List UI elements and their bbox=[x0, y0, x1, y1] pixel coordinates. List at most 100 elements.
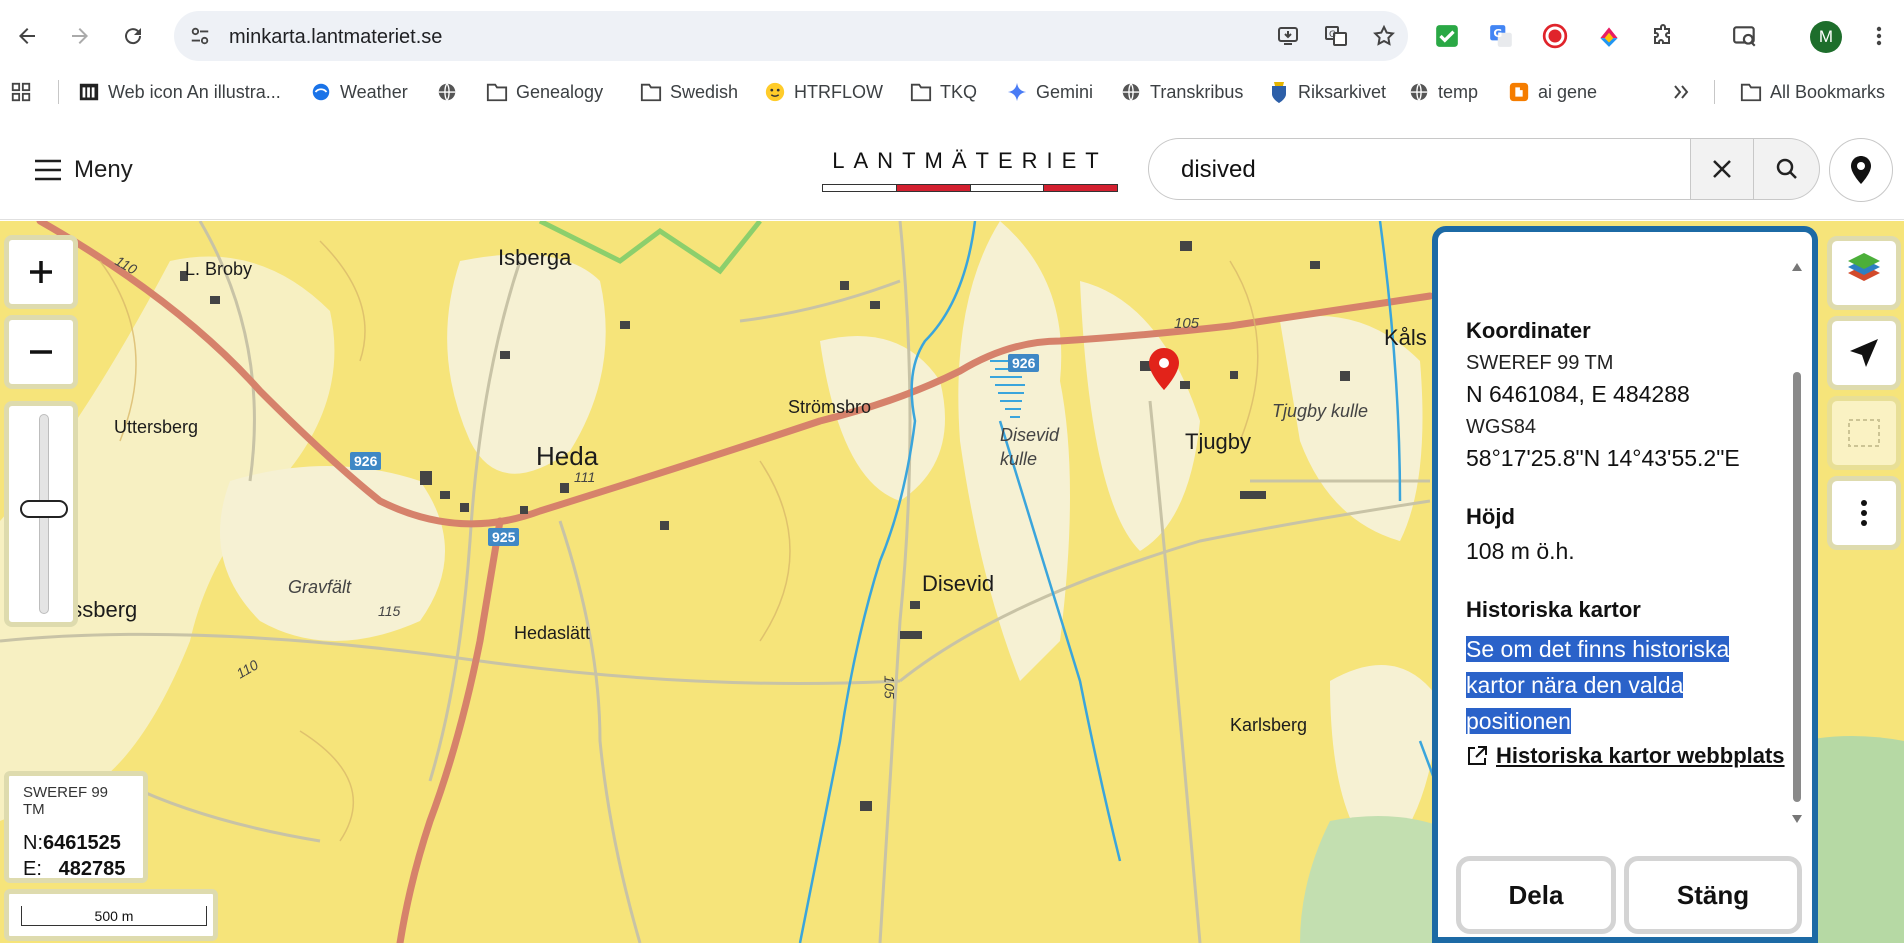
sweref-value: N 6461084, E 484288 bbox=[1466, 381, 1690, 407]
globe-icon bbox=[1408, 81, 1430, 103]
place-label: Tjugby bbox=[1185, 429, 1252, 454]
lantmateriet-logo[interactable]: LANTMÄTERIET bbox=[822, 148, 1118, 202]
sweref-label: SWEREF 99 TM bbox=[1466, 352, 1614, 374]
select-area-button[interactable] bbox=[1827, 396, 1901, 470]
bookmark-page-icon bbox=[78, 81, 100, 103]
coordinates-heading: Koordinater bbox=[1466, 318, 1591, 343]
contour-label: 105 bbox=[1174, 315, 1200, 332]
back-button[interactable] bbox=[8, 17, 46, 55]
historical-maps-link[interactable]: Historiska kartor webbplats bbox=[1466, 743, 1786, 769]
browser-menu-icon[interactable] bbox=[1862, 19, 1896, 53]
place-label: Uttersberg bbox=[114, 417, 199, 437]
bookmark-weather[interactable]: Weather bbox=[310, 78, 408, 106]
minus-icon bbox=[30, 350, 52, 354]
contour-label: 115 bbox=[378, 603, 401, 619]
external-link-icon bbox=[1468, 746, 1487, 765]
zoom-slider[interactable] bbox=[4, 401, 78, 627]
scrollbar-thumb[interactable] bbox=[1793, 372, 1801, 802]
bookmark-riksarkivet[interactable]: Riksarkivet bbox=[1268, 78, 1386, 106]
coordinate-system-label: SWEREF 99 TM bbox=[23, 784, 109, 818]
place-label: Isberga bbox=[498, 245, 572, 270]
zoom-in-button[interactable] bbox=[4, 235, 78, 309]
panel-content: Koordinater SWEREF 99 TM N 6461084, E 48… bbox=[1466, 318, 1786, 769]
clear-search-button[interactable] bbox=[1690, 138, 1754, 200]
location-pin-icon bbox=[1851, 156, 1871, 184]
color-picker-extension-icon[interactable] bbox=[1592, 19, 1626, 53]
road-number-badge: 926 bbox=[350, 452, 382, 470]
svg-text:G: G bbox=[1493, 27, 1502, 40]
bookmark-transkribus[interactable]: Transkribus bbox=[1120, 78, 1243, 106]
bookmark-separator bbox=[1714, 80, 1715, 104]
bookmarks-bar: Web icon An illustra... Weather Genealog… bbox=[0, 74, 1904, 110]
bookmark-web-icon[interactable]: Web icon An illustra... bbox=[78, 78, 281, 106]
place-label: Gravfält bbox=[288, 577, 352, 597]
elevation-heading: Höjd bbox=[1466, 504, 1515, 529]
translate-icon[interactable]: G bbox=[1322, 22, 1350, 50]
north-coordinate: N:6461525 bbox=[23, 832, 121, 854]
folder-icon bbox=[1740, 81, 1762, 103]
place-label: Heda bbox=[536, 441, 599, 471]
profile-avatar[interactable]: M bbox=[1810, 21, 1842, 53]
close-icon bbox=[1713, 160, 1731, 178]
navigate-button[interactable] bbox=[1827, 316, 1901, 390]
svg-text:G: G bbox=[1329, 30, 1336, 40]
apps-grid-icon[interactable] bbox=[10, 78, 32, 106]
logo-text: LANTMÄTERIET bbox=[832, 148, 1108, 173]
place-label: Hedaslätt bbox=[514, 623, 591, 643]
place-label: Strömsbro bbox=[788, 397, 872, 417]
my-location-pin-button[interactable] bbox=[1829, 138, 1893, 202]
wgs84-label: WGS84 bbox=[1466, 416, 1537, 438]
layers-button[interactable] bbox=[1827, 236, 1901, 310]
bookmark-ai-gene[interactable]: ai gene bbox=[1508, 78, 1597, 106]
search-icon bbox=[1776, 158, 1797, 179]
bookmark-htrflow[interactable]: HTRFLOW bbox=[764, 78, 883, 106]
site-info-icon[interactable] bbox=[184, 20, 216, 52]
bookmark-tkq[interactable]: TKQ bbox=[910, 78, 977, 106]
bookmark-gemini[interactable]: Gemini bbox=[1006, 78, 1093, 106]
checkmark-extension-icon[interactable] bbox=[1430, 19, 1464, 53]
zoom-handle[interactable] bbox=[20, 500, 68, 518]
forward-arrow-icon bbox=[72, 28, 88, 44]
extensions-puzzle-icon[interactable] bbox=[1646, 19, 1680, 53]
search-field[interactable] bbox=[1148, 138, 1692, 200]
bookmark-genealogy[interactable]: Genealogy bbox=[486, 78, 603, 106]
road-number-badge: 926 bbox=[1008, 354, 1040, 372]
close-panel-button[interactable]: Stäng bbox=[1624, 856, 1802, 934]
install-app-icon[interactable] bbox=[1274, 22, 1302, 50]
navigation-arrow-icon bbox=[1850, 339, 1878, 367]
more-tools-button[interactable] bbox=[1827, 476, 1901, 550]
reload-button[interactable] bbox=[114, 17, 152, 55]
scale-label: 500 m bbox=[21, 906, 207, 926]
panel-scrollbar[interactable] bbox=[1790, 262, 1804, 832]
folder-icon bbox=[910, 81, 932, 103]
east-coordinate: E: 482785 bbox=[23, 858, 126, 880]
wgs84-value: 58°17'25.8"N 14°43'55.2"E bbox=[1466, 445, 1740, 471]
share-button[interactable]: Dela bbox=[1456, 856, 1616, 934]
bookmark-temp[interactable]: temp bbox=[1408, 78, 1478, 106]
scroll-up-arrow-icon[interactable] bbox=[1791, 262, 1803, 272]
elevation-value: 108 m ö.h. bbox=[1466, 538, 1575, 564]
bookmark-globe[interactable] bbox=[436, 78, 458, 106]
bookmark-swedish[interactable]: Swedish bbox=[640, 78, 738, 106]
zoom-out-button[interactable] bbox=[4, 315, 78, 389]
tab-search-icon[interactable] bbox=[1728, 19, 1762, 53]
crest-icon bbox=[1268, 81, 1290, 103]
address-bar[interactable]: minkarta.lantmateriet.se G bbox=[174, 11, 1408, 61]
google-translate-extension-icon[interactable]: G bbox=[1484, 19, 1518, 53]
forward-button[interactable] bbox=[61, 17, 99, 55]
historical-maps-text: Se om det finns historiska kartor nära d… bbox=[1466, 636, 1730, 734]
menu-button[interactable]: Meny bbox=[34, 154, 133, 186]
place-label: Disevid kulle bbox=[1000, 425, 1060, 469]
all-bookmarks[interactable]: All Bookmarks bbox=[1740, 78, 1885, 106]
bookmark-separator bbox=[58, 80, 59, 104]
scroll-down-arrow-icon[interactable] bbox=[1791, 814, 1803, 824]
selected-location-marker-icon[interactable] bbox=[1148, 347, 1180, 391]
more-bookmarks-chevron-icon[interactable] bbox=[1672, 78, 1690, 106]
scale-bar: 500 m bbox=[4, 889, 218, 941]
search-input[interactable] bbox=[1181, 154, 1641, 186]
panel-actions: Dela Stäng bbox=[1456, 856, 1802, 936]
record-extension-icon[interactable] bbox=[1538, 19, 1572, 53]
hugging-face-icon bbox=[764, 81, 786, 103]
search-button[interactable] bbox=[1754, 138, 1820, 200]
bookmark-star-icon[interactable] bbox=[1370, 22, 1398, 50]
